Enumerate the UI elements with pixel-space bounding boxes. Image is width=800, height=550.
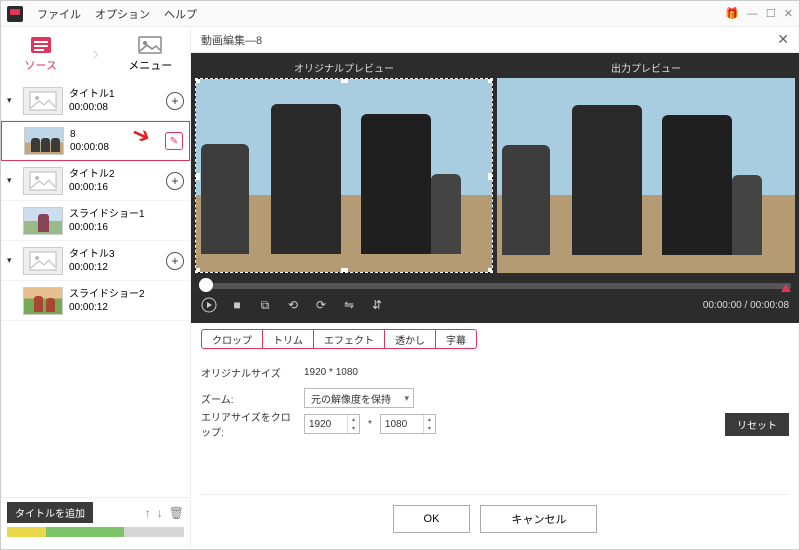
menu-help[interactable]: ヘルプ <box>164 6 197 22</box>
tab-source-label: ソース <box>25 57 57 73</box>
title-group-1[interactable]: ▾ タイトル100:00:08 + <box>1 81 190 121</box>
spin-down-icon[interactable]: ▾ <box>347 424 359 433</box>
playhead[interactable] <box>199 278 213 292</box>
title-list: ▾ タイトル100:00:08 + 800:00:08 ➔ ✎ ▾ <box>1 81 190 497</box>
origsize-label: オリジナルサイズ <box>201 365 296 380</box>
add-button[interactable]: + <box>166 172 184 190</box>
ok-button[interactable]: OK <box>393 505 471 533</box>
clip-name: スライドショー1 <box>69 208 184 221</box>
clip-item-selected[interactable]: 800:00:08 ➔ ✎ <box>1 121 190 161</box>
output-preview-label: 出力プレビュー <box>497 57 795 78</box>
settings-area: クロップ トリム エフェクト 透かし 字幕 オリジナルサイズ 1920 * 10… <box>191 323 799 549</box>
time-display: 00:00:00 / 00:00:08 <box>703 300 789 311</box>
clip-thumb <box>23 287 63 315</box>
playback-controls: ■ ⧉ ⟲ ⟳ ⇋ ⇵ 00:00:00 / 00:00:08 <box>191 291 799 319</box>
tab-effect[interactable]: エフェクト <box>314 330 385 348</box>
tab-separator: › <box>81 27 111 81</box>
close-icon[interactable]: ✕ <box>784 7 793 20</box>
title-dur: 00:00:16 <box>69 181 160 194</box>
title-group-3[interactable]: ▾ タイトル300:00:12 + <box>1 241 190 281</box>
title-group-2[interactable]: ▾ タイトル200:00:16 + <box>1 161 190 201</box>
expand-icon[interactable]: ▾ <box>7 175 17 186</box>
clip-dur: 00:00:12 <box>69 301 184 314</box>
tab-crop[interactable]: クロップ <box>202 330 263 348</box>
tab-subtitle[interactable]: 字幕 <box>436 330 476 348</box>
dim-separator: * <box>368 419 372 430</box>
add-title-button[interactable]: タイトルを追加 <box>7 502 93 523</box>
play-icon[interactable] <box>201 297 217 313</box>
edit-clip-button[interactable]: ✎ <box>165 132 183 150</box>
menu-icon <box>138 35 162 55</box>
app-icon <box>7 6 23 22</box>
menubar: ファイル オプション ヘルプ 🎁 — ☐ ✕ <box>1 1 799 27</box>
editor-close-icon[interactable]: ✕ <box>777 31 789 48</box>
minimize-icon[interactable]: — <box>747 8 758 20</box>
output-preview <box>497 78 795 273</box>
zoom-select[interactable]: 元の解像度を保持 <box>304 388 414 408</box>
clip-dur: 00:00:16 <box>69 221 184 234</box>
snapshot-icon[interactable]: ⧉ <box>257 297 273 313</box>
original-preview-label: オリジナルプレビュー <box>195 57 493 78</box>
flip-h-icon[interactable]: ⇋ <box>341 297 357 313</box>
clip-thumb <box>23 207 63 235</box>
add-button[interactable]: + <box>166 252 184 270</box>
editor-panel: 動画編集—8 ✕ オリジナルプレビュー <box>191 27 799 549</box>
expand-icon[interactable]: ▾ <box>7 255 17 266</box>
tab-menu-label: メニュー <box>128 57 172 73</box>
tab-watermark[interactable]: 透かし <box>385 330 436 348</box>
expand-icon[interactable]: ▾ <box>7 95 17 106</box>
menu-option[interactable]: オプション <box>95 6 150 22</box>
end-marker[interactable] <box>781 284 791 292</box>
rotate-left-icon[interactable]: ⟲ <box>285 297 301 313</box>
left-panel: ソース › メニュー ▾ タイトル100:00:08 + <box>1 27 191 549</box>
add-button[interactable]: + <box>166 92 184 110</box>
editor-title: 動画編集—8 <box>201 32 262 48</box>
spin-up-icon[interactable]: ▴ <box>347 415 359 424</box>
settings-tabs: クロップ トリム エフェクト 透かし 字幕 <box>201 329 477 349</box>
editor-header: 動画編集—8 ✕ <box>191 27 799 53</box>
stop-icon[interactable]: ■ <box>229 297 245 313</box>
spin-up-icon[interactable]: ▴ <box>423 415 435 424</box>
crop-height-input[interactable]: 1080▴▾ <box>380 414 436 434</box>
maximize-icon[interactable]: ☐ <box>766 7 776 20</box>
timeline[interactable] <box>191 277 799 291</box>
tab-trim[interactable]: トリム <box>263 330 314 348</box>
clip-item[interactable]: スライドショー100:00:16 <box>1 201 190 241</box>
title-name: タイトル3 <box>69 248 160 261</box>
cropsize-label: エリアサイズをクロップ: <box>201 409 296 439</box>
title-dur: 00:00:12 <box>69 261 160 274</box>
rotate-right-icon[interactable]: ⟳ <box>313 297 329 313</box>
title-dur: 00:00:08 <box>69 101 160 114</box>
zoom-label: ズーム: <box>201 391 296 406</box>
reset-button[interactable]: リセット <box>725 413 789 436</box>
menu-file[interactable]: ファイル <box>37 6 81 22</box>
source-icon <box>29 35 53 55</box>
clip-name: スライドショー2 <box>69 288 184 301</box>
crop-width-input[interactable]: 1920▴▾ <box>304 414 360 434</box>
move-down-icon[interactable]: ↓ <box>157 506 163 520</box>
move-up-icon[interactable]: ↑ <box>145 506 151 520</box>
left-footer: タイトルを追加 ↑ ↓ 🗑 <box>1 497 190 549</box>
tab-source[interactable]: ソース <box>1 27 81 81</box>
original-preview[interactable] <box>195 78 493 273</box>
preview-area: オリジナルプレビュー 出 <box>191 53 799 323</box>
progress-bar <box>7 527 184 537</box>
spin-down-icon[interactable]: ▾ <box>423 424 435 433</box>
flip-v-icon[interactable]: ⇵ <box>369 297 385 313</box>
trash-icon[interactable]: 🗑 <box>169 506 184 520</box>
thumb-placeholder <box>23 167 63 195</box>
origsize-value: 1920 * 1080 <box>304 367 358 378</box>
title-name: タイトル1 <box>69 88 160 101</box>
tab-menu[interactable]: メニュー <box>111 27 191 81</box>
cancel-button[interactable]: キャンセル <box>480 505 597 533</box>
thumb-placeholder <box>23 87 63 115</box>
clip-thumb <box>24 127 64 155</box>
title-name: タイトル2 <box>69 168 160 181</box>
clip-item[interactable]: スライドショー200:00:12 <box>1 281 190 321</box>
thumb-placeholder <box>23 247 63 275</box>
gift-icon[interactable]: 🎁 <box>725 7 739 20</box>
